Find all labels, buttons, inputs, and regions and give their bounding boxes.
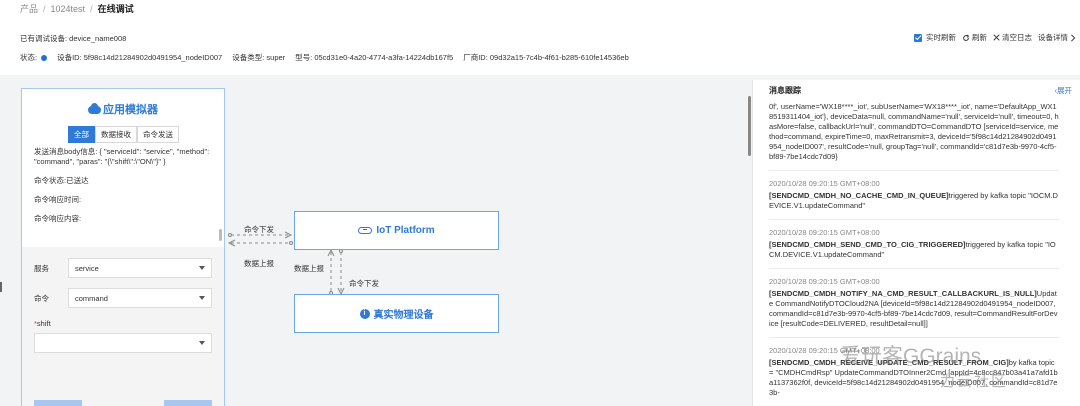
form-secondary-button[interactable] [164,400,212,406]
message-tracking-title: 消息跟踪 [769,86,801,95]
clear-log-label: 清空日志 [1002,33,1032,42]
chevron-down-icon [199,266,205,270]
message-entry: 0f', userName='WX18****_iot', subUserNam… [769,102,1059,171]
device-model: 型号: 05cd31e0-4a20-4774-a3fa-14224db167f5 [295,53,454,62]
message-text: 0f', userName='WX18****_iot', subUserNam… [769,102,1059,161]
chevron-down-icon [199,341,205,345]
breadcrumb-product[interactable]: 产品 [20,2,38,15]
expand-button[interactable]: ‹展开 [1055,85,1073,96]
device-type: 设备类型: super [232,53,286,62]
refresh-icon [963,34,970,41]
breadcrumb-separator: / [43,3,46,14]
close-icon [993,34,1000,41]
simulator-scrollbar[interactable] [219,229,222,241]
cloud-icon [88,103,101,115]
service-row: 服务 service [34,258,212,278]
message-content: [SENDCMD_CMDH_SEND_CMD_TO_CIG_TRIGGERED]… [769,240,1059,260]
simulator-title-text: 应用模拟器 [103,104,158,116]
message-time: 2020/10/28 09:20:15 GMT+08:00 [769,228,880,237]
command-send-label-vertical: 命令下发 [349,279,379,288]
real-device-box: i 真实物理设备 [294,294,499,333]
app-simulator-panel: 应用模拟器 全部 数据接收 命令发送 发送消息body信息: { "servic… [21,88,225,406]
message-entry: 2020/10/28 09:20:15 GMT+08:00 [SENDCMD_C… [769,228,1059,269]
command-label: 命令 [34,293,49,303]
connector-dot [228,233,232,237]
device-status-line: 状态: 设备ID: 5f98c14d21284902d0491954_nodeI… [20,52,629,63]
service-value: service [75,263,99,273]
collapse-handle-icon[interactable] [0,282,3,292]
breadcrumb: 产品 / 1024test / 在线调试 [20,2,134,15]
refresh-button[interactable]: 刷新 [962,32,987,43]
message-body-text: 发送消息body信息: { "serviceId": "service", "m… [34,147,210,166]
chevron-right-icon [1071,33,1076,42]
simulator-log: 发送消息body信息: { "serviceId": "service", "m… [34,147,218,233]
command-response-content: 命令响应内容: [34,214,82,223]
iot-platform-box: IoT Platform [294,211,499,250]
message-event: [SENDCMD_CMDH_NO_CACHE_CMD_IN_QUEUE] [769,191,949,200]
breadcrumb-product-name[interactable]: 1024test [51,4,86,14]
command-row: 命令 command [34,288,212,308]
message-event: [SENDCMD_CMDH_SEND_CMD_TO_CIG_TRIGGERED] [769,240,966,249]
data-report-label-vertical: 数据上报 [294,264,324,273]
command-form: 服务 service 命令 command *shift [22,247,224,406]
chevron-down-icon [199,296,205,300]
link-icon [358,227,373,234]
command-response-time: 命令响应时间: [34,195,82,204]
message-time: 2020/10/28 09:20:15 GMT+08:00 [769,179,880,188]
device-detail-label: 设备详情 [1038,33,1068,42]
iot-platform-label: IoT Platform [376,225,435,236]
connector-dot [289,241,293,245]
device-detail-link[interactable]: 设备详情 [1038,32,1076,43]
watermark: 爱玩客GGrains [840,345,982,368]
message-time: 2020/10/28 09:20:15 GMT+08:00 [769,277,880,286]
refresh-label: 刷新 [972,33,987,42]
message-scrollbar[interactable] [748,96,751,156]
shift-select[interactable] [34,333,212,353]
page-title: 在线调试 [97,4,134,14]
checkbox-checked-icon[interactable] [914,33,922,42]
device-info-icon: i [359,308,370,319]
message-toolbar: 实时刷新 刷新 清空日志 设备详情 [914,32,1076,43]
shift-label: *shift [34,319,51,328]
data-report-label: 数据上报 [244,259,274,268]
tab-all[interactable]: 全部 [68,126,95,143]
watermark-secondary: 为云社区 [940,373,1009,390]
clear-log-button[interactable]: 清空日志 [993,32,1032,43]
simulator-title: 应用模拟器 [22,101,224,117]
message-entry: 2020/10/28 09:20:15 GMT+08:00 [SENDCMD_C… [769,277,1059,338]
real-device-label: 真实物理设备 [373,310,434,321]
tab-command-send[interactable]: 命令发送 [137,126,179,143]
breadcrumb-separator: / [90,3,93,14]
command-status: 命令状态:已送达 [34,176,89,185]
simulator-tabs: 全部 数据接收 命令发送 [68,126,179,143]
message-event: [SENDCMD_CMDH_NOTIFY_NA_CMD_RESULT_CALLB… [769,289,1037,298]
shift-label-text: shift [36,319,51,328]
command-select[interactable]: command [68,288,212,308]
debug-device-label: 已有调试设备: device_name008 [20,34,127,43]
message-entry: 2020/10/28 09:20:15 GMT+08:00 [SENDCMD_C… [769,179,1059,220]
device-id: 设备ID: 5f98c14d21284902d0491954_nodeID007 [57,53,223,62]
command-send-label: 命令下发 [244,225,274,234]
status-label: 状态: [20,53,38,62]
command-value: command [75,293,108,303]
status-indicator: 状态: [20,52,48,63]
tab-data-receive[interactable]: 数据接收 [95,126,137,143]
realtime-refresh-label: 实时刷新 [926,33,956,42]
vendor-id: 厂商ID: 09d32a15-7c4b-4f61-b285-610fe14536… [463,53,629,62]
service-select[interactable]: service [68,258,212,278]
service-label: 服务 [34,263,49,273]
message-content: [SENDCMD_CMDH_NOTIFY_NA_CMD_RESULT_CALLB… [769,289,1059,329]
form-primary-button[interactable] [34,400,82,406]
message-content: [SENDCMD_CMDH_NO_CACHE_CMD_IN_QUEUE]trig… [769,191,1059,211]
realtime-refresh-checkbox[interactable]: 实时刷新 [914,32,956,43]
status-dot-icon [41,55,48,62]
